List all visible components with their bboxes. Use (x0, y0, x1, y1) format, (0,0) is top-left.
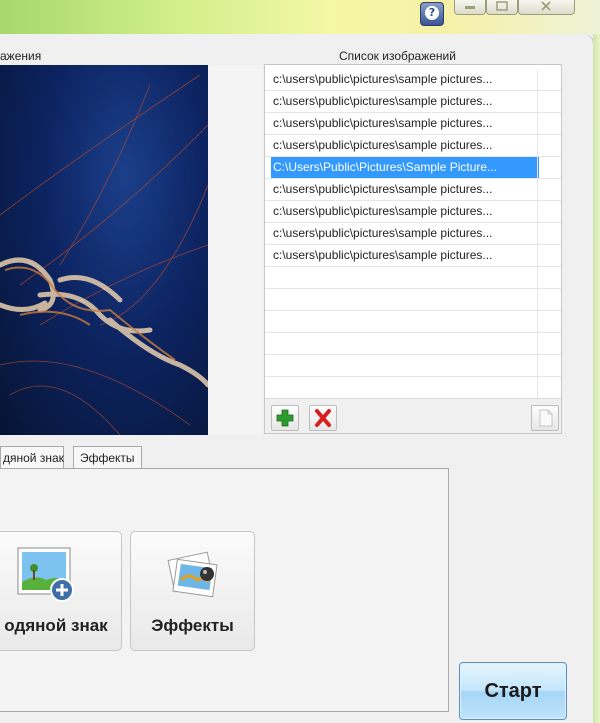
list-toolbar (265, 398, 561, 433)
list-item-path: c:\users\public\pictures\sample pictures… (273, 182, 493, 196)
window-frame-edge (593, 34, 600, 723)
list-item[interactable]: c:\users\public\pictures\sample pictures… (265, 223, 561, 245)
start-button-label: Старт (484, 680, 542, 702)
list-item[interactable]: c:\users\public\pictures\sample pictures… (265, 201, 561, 223)
list-item[interactable]: C:\Users\Public\Pictures\Sample Picture.… (265, 157, 561, 179)
column-divider (537, 355, 538, 376)
list-item-path: c:\users\public\pictures\sample pictures… (273, 138, 493, 152)
list-item[interactable]: c:\users\public\pictures\sample pictures… (265, 179, 561, 201)
list-item-empty[interactable] (265, 267, 561, 289)
list-item-path: c:\users\public\pictures\sample pictures… (273, 248, 493, 262)
tab-effects[interactable]: Эффекты (73, 446, 142, 469)
image-preview (0, 65, 208, 435)
column-divider (537, 113, 538, 134)
tab-watermark[interactable]: дяной знак (0, 446, 64, 469)
watermark-button[interactable]: одяной знак (0, 531, 122, 651)
remove-image-button[interactable] (309, 405, 337, 431)
list-item-empty[interactable] (265, 377, 561, 399)
column-divider (537, 179, 538, 200)
tab-watermark-label: дяной знак (3, 451, 64, 465)
list-item-path: c:\users\public\pictures\sample pictures… (273, 204, 493, 218)
help-button[interactable]: ? (420, 2, 444, 26)
column-divider (537, 91, 538, 112)
tab-effects-label: Эффекты (80, 451, 135, 465)
list-item-empty[interactable] (265, 311, 561, 333)
column-divider (537, 157, 538, 178)
column-divider (537, 377, 538, 398)
list-item[interactable]: c:\users\public\pictures\sample pictures… (265, 135, 561, 157)
blank-page-icon (539, 409, 553, 427)
landscape-plus-icon (17, 547, 74, 602)
list-item-empty[interactable] (265, 333, 561, 355)
preview-label: ажения (0, 49, 42, 63)
maximize-button[interactable] (486, 0, 518, 15)
close-button[interactable] (518, 0, 575, 15)
column-divider (537, 333, 538, 354)
effects-button-label: Эффекты (151, 616, 234, 635)
list-item-path: C:\Users\Public\Pictures\Sample Picture.… (271, 157, 539, 178)
column-divider (537, 245, 538, 266)
list-item[interactable]: c:\users\public\pictures\sample pictures… (265, 69, 561, 91)
column-divider (537, 69, 538, 90)
list-item-empty[interactable] (265, 289, 561, 311)
list-item[interactable]: c:\users\public\pictures\sample pictures… (265, 91, 561, 113)
maximize-icon (496, 1, 508, 11)
clear-list-button[interactable] (531, 405, 559, 431)
list-item-path: c:\users\public\pictures\sample pictures… (273, 116, 493, 130)
start-button[interactable]: Старт (459, 662, 567, 720)
cross-icon (315, 409, 331, 427)
close-icon (541, 1, 551, 11)
list-item-path: c:\users\public\pictures\sample pictures… (273, 72, 493, 86)
list-item-empty[interactable] (265, 355, 561, 377)
list-item[interactable]: c:\users\public\pictures\sample pictures… (265, 113, 561, 135)
image-list-label: Список изображений (339, 49, 456, 63)
title-bar: ? (0, 0, 600, 34)
image-list-rows: c:\users\public\pictures\sample pictures… (265, 69, 561, 399)
column-divider (537, 289, 538, 310)
jellyfish-image (0, 74, 208, 435)
add-image-button[interactable] (271, 405, 299, 431)
photo-effects-icon (167, 551, 218, 598)
watermark-button-label: одяной знак (4, 616, 108, 635)
effects-button[interactable]: Эффекты (130, 531, 255, 651)
column-divider (537, 311, 538, 332)
minimize-icon (465, 6, 475, 9)
image-list[interactable]: c:\users\public\pictures\sample pictures… (264, 64, 562, 434)
plus-icon (276, 409, 294, 427)
list-item-path: c:\users\public\pictures\sample pictures… (273, 94, 493, 108)
column-divider (537, 223, 538, 244)
column-divider (537, 267, 538, 288)
help-icon: ? (425, 6, 439, 20)
column-divider (537, 135, 538, 156)
list-item-path: c:\users\public\pictures\sample pictures… (273, 226, 493, 240)
list-item[interactable]: c:\users\public\pictures\sample pictures… (265, 245, 561, 267)
column-divider (537, 201, 538, 222)
preview-background (208, 65, 263, 435)
minimize-button[interactable] (454, 0, 486, 15)
